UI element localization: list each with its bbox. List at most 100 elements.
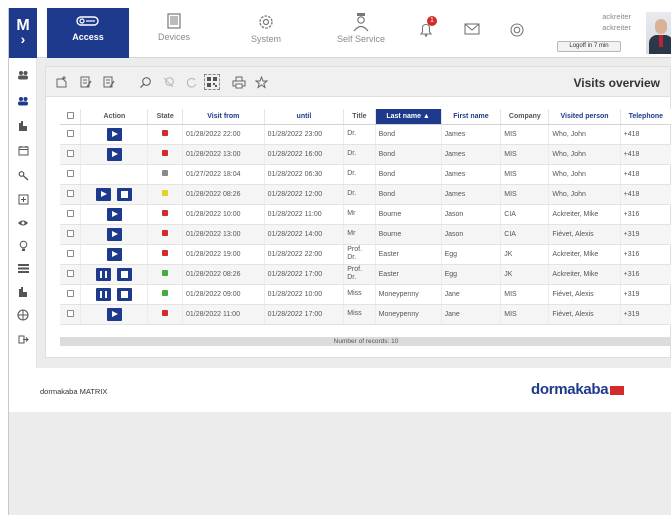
sidebar-item-list[interactable] (9, 259, 37, 277)
table-row[interactable]: 01/27/2022 18:04 01/28/2022 06:30 Dr. Bond J… (60, 164, 671, 185)
row-actions (80, 204, 149, 225)
play-button[interactable] (106, 247, 122, 261)
star-icon (254, 75, 268, 89)
row-actions (80, 184, 149, 205)
row-checkbox[interactable] (66, 249, 74, 257)
row-checkbox[interactable] (66, 209, 74, 217)
cell-company: MIS (500, 164, 550, 185)
tab-access[interactable]: Access (47, 8, 129, 58)
table-row[interactable]: 01/28/2022 11:00 01/28/2022 17:00 Miss Mone… (60, 304, 671, 325)
add-button[interactable] (54, 74, 70, 90)
row-checkbox[interactable] (66, 229, 74, 237)
help-button[interactable] (509, 22, 525, 43)
play-button[interactable] (106, 127, 122, 141)
play-button[interactable] (106, 147, 122, 161)
select-all-header[interactable] (60, 109, 82, 125)
cell-first-name: James (441, 144, 502, 165)
row-checkbox[interactable] (66, 149, 74, 157)
sidebar-item-add[interactable] (9, 190, 37, 208)
search-button[interactable] (137, 74, 153, 90)
table-row[interactable]: 01/28/2022 19:00 01/28/2022 22:00 Prof. Dr… (60, 244, 671, 265)
row-select-cell[interactable] (60, 184, 82, 205)
cell-company: CIA (500, 204, 550, 225)
table-row[interactable]: 01/28/2022 08:26 01/28/2022 12:00 Dr. Bond J… (60, 184, 671, 205)
row-select-cell[interactable] (60, 144, 82, 165)
stop-button[interactable] (117, 187, 133, 201)
row-select-cell[interactable] (60, 204, 82, 225)
cell-until: 01/28/2022 22:00 (264, 244, 345, 265)
row-checkbox[interactable] (66, 129, 74, 137)
edit-list-button[interactable] (101, 74, 117, 90)
table-row[interactable]: 01/28/2022 08:26 01/28/2022 17:00 Prof. Dr… (60, 264, 671, 285)
table-row[interactable]: 01/28/2022 13:00 01/28/2022 14:00 Mr Bourne… (60, 224, 671, 245)
pause-button[interactable] (96, 267, 112, 281)
row-checkbox[interactable] (66, 269, 74, 277)
notification-badge: 1 (427, 16, 437, 26)
col-first-name[interactable]: First name (441, 109, 502, 125)
qr-code-button[interactable] (204, 74, 220, 90)
refresh-button[interactable] (183, 74, 199, 90)
row-select-cell[interactable] (60, 264, 82, 285)
sidebar-item-buildings[interactable] (9, 283, 37, 301)
favorite-button[interactable] (253, 74, 269, 90)
sidebar-item-doors[interactable] (9, 117, 37, 135)
sidebar-item-visitors[interactable] (9, 92, 37, 110)
sidebar-item-network[interactable] (9, 306, 37, 324)
select-all-checkbox[interactable] (66, 111, 74, 119)
row-select-cell[interactable] (60, 124, 82, 145)
play-button[interactable] (106, 227, 122, 241)
sidebar-item-tips[interactable] (9, 237, 37, 255)
col-visited-person[interactable]: Visited person (548, 109, 621, 125)
row-select-cell[interactable] (60, 224, 82, 245)
row-select-cell[interactable] (60, 284, 82, 305)
play-button[interactable] (96, 187, 112, 201)
table-row[interactable]: 01/28/2022 13:00 01/28/2022 16:00 Dr. Bond J… (60, 144, 671, 165)
sidebar-item-logout[interactable] (9, 330, 37, 348)
pause-button[interactable] (96, 287, 112, 301)
stop-button[interactable] (117, 287, 133, 301)
col-title[interactable]: Title (343, 109, 376, 125)
edit-button[interactable] (78, 74, 94, 90)
sidebar-item-calendar[interactable] (9, 141, 37, 159)
sidebar-item-users[interactable] (9, 66, 37, 84)
logoff-button[interactable]: Logoff in 7 min (557, 41, 621, 52)
row-state (147, 224, 183, 245)
stop-button[interactable] (117, 267, 133, 281)
sidebar-item-keys[interactable] (9, 166, 37, 184)
avatar[interactable] (646, 12, 671, 54)
table-row[interactable]: 01/28/2022 10:00 01/28/2022 11:00 Mr Bourne… (60, 204, 671, 225)
row-select-cell[interactable] (60, 164, 82, 185)
tab-system[interactable]: System (231, 8, 301, 58)
row-checkbox[interactable] (66, 309, 74, 317)
messages-button[interactable] (464, 22, 480, 41)
tab-devices[interactable]: Devices (139, 8, 209, 58)
col-visit-from[interactable]: Visit from (182, 109, 265, 125)
tab-self-service[interactable]: Self Service (321, 8, 401, 58)
cell-until: 01/28/2022 12:00 (264, 184, 345, 205)
row-actions (80, 284, 149, 305)
cell-telephone: +316 (620, 244, 671, 265)
table-row[interactable]: 01/28/2022 09:00 01/28/2022 10:00 Miss Mone… (60, 284, 671, 305)
row-actions (80, 164, 149, 185)
row-checkbox[interactable] (66, 189, 74, 197)
col-last-name[interactable]: Last name ▲ (375, 109, 442, 125)
play-button[interactable] (106, 207, 122, 221)
sidebar-item-monitor[interactable] (9, 214, 37, 232)
play-button[interactable] (106, 307, 122, 321)
col-until[interactable]: until (264, 109, 345, 125)
row-select-cell[interactable] (60, 304, 82, 325)
row-select-cell[interactable] (60, 244, 82, 265)
app-logo[interactable]: M › (9, 8, 37, 58)
table-row[interactable]: 01/28/2022 22:00 01/28/2022 23:00 Dr. Bond J… (60, 124, 671, 145)
state-indicator (162, 250, 169, 256)
clear-filter-button[interactable] (160, 74, 176, 90)
row-checkbox[interactable] (66, 169, 74, 177)
cell-visit-from: 01/28/2022 13:00 (182, 144, 265, 165)
col-telephone[interactable]: Telephone (620, 109, 671, 125)
cell-visit-from: 01/28/2022 08:26 (182, 264, 265, 285)
product-name: dormakaba MATRIX (40, 387, 108, 396)
notifications-button[interactable]: 1 (418, 16, 437, 43)
row-checkbox[interactable] (66, 289, 74, 297)
print-button[interactable] (231, 74, 247, 90)
col-company[interactable]: Company (500, 109, 550, 125)
